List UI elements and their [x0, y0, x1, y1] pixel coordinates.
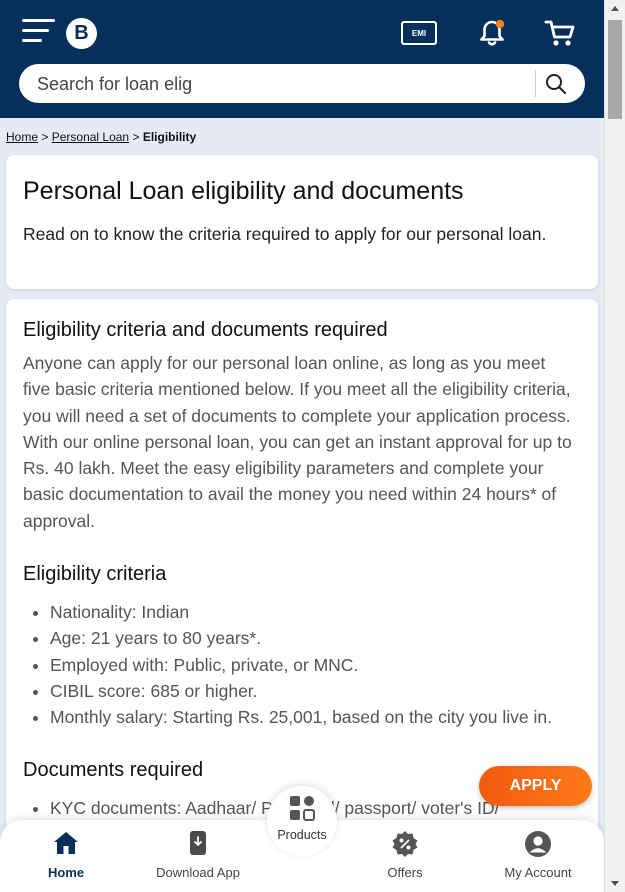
breadcrumb-home-link[interactable]: Home — [6, 130, 38, 144]
search-icon[interactable] — [545, 73, 567, 95]
home-icon — [54, 832, 78, 854]
intro-text: Read on to know the criteria required to… — [23, 224, 547, 244]
section-heading-criteria-documents: Eligibility criteria and documents requi… — [23, 319, 388, 341]
page: B EMI Home > Personal Loan > Eligibility — [0, 0, 604, 892]
hamburger-menu-icon[interactable] — [22, 19, 55, 43]
emi-calculator-icon[interactable]: EMI — [401, 21, 437, 45]
search-bar — [19, 64, 585, 103]
nav-offers-label: Offers — [387, 865, 423, 880]
account-icon — [525, 831, 551, 857]
nav-products[interactable]: Products — [267, 786, 337, 856]
page-title: Personal Loan eligibility and documents — [23, 177, 464, 205]
brand-logo[interactable]: B — [66, 18, 97, 49]
download-app-icon — [190, 831, 206, 855]
scrollbar-thumb[interactable] — [608, 20, 622, 119]
emi-label: EMI — [411, 28, 427, 38]
nav-my-account-label: My Account — [504, 865, 572, 880]
breadcrumb: Home > Personal Loan > Eligibility — [6, 130, 196, 144]
apply-button[interactable]: APPLY — [479, 766, 592, 806]
list-item: Age: 21 years to 80 years*. — [50, 625, 552, 651]
eligibility-criteria-heading: Eligibility criteria — [23, 563, 167, 585]
breadcrumb-separator: > — [132, 130, 140, 144]
documents-required-heading: Documents required — [23, 759, 204, 781]
breadcrumb-current: Eligibility — [142, 130, 197, 144]
breadcrumb-separator: > — [41, 130, 49, 144]
header: B EMI — [0, 0, 604, 118]
search-divider — [535, 70, 536, 97]
products-grid-icon — [290, 796, 315, 821]
notification-dot — [495, 19, 505, 29]
list-item: CIBIL score: 685 or higher. — [50, 678, 552, 704]
eligibility-list: Nationality: Indian Age: 21 years to 80 … — [50, 599, 552, 730]
list-item: Nationality: Indian — [50, 599, 552, 625]
nav-products-label: Products — [277, 828, 327, 842]
intro-card: Personal Loan eligibility and documents … — [6, 155, 598, 289]
nav-home-label: Home — [47, 865, 85, 880]
nav-download-app-label: Download App — [156, 865, 240, 880]
vertical-scrollbar[interactable] — [604, 0, 625, 892]
cart-icon[interactable] — [544, 18, 576, 48]
list-item: Employed with: Public, private, or MNC. — [50, 652, 552, 678]
nav-offers[interactable]: Offers — [375, 820, 435, 892]
search-input[interactable] — [37, 72, 537, 96]
scroll-down-arrow-icon[interactable] — [611, 881, 619, 886]
breadcrumb-personal-loan-link[interactable]: Personal Loan — [52, 130, 129, 144]
section-description: Anyone can apply for our personal loan o… — [23, 353, 572, 531]
nav-home[interactable]: Home — [20, 820, 112, 892]
list-item: Monthly salary: Starting Rs. 25,001, bas… — [50, 704, 552, 730]
notification-bell-icon[interactable] — [477, 18, 507, 48]
nav-download-app[interactable]: Download App — [150, 820, 246, 892]
logo-letter: B — [74, 22, 89, 44]
offers-icon — [392, 831, 418, 857]
nav-my-account[interactable]: My Account — [496, 820, 580, 892]
scroll-up-arrow-icon[interactable] — [611, 6, 619, 11]
